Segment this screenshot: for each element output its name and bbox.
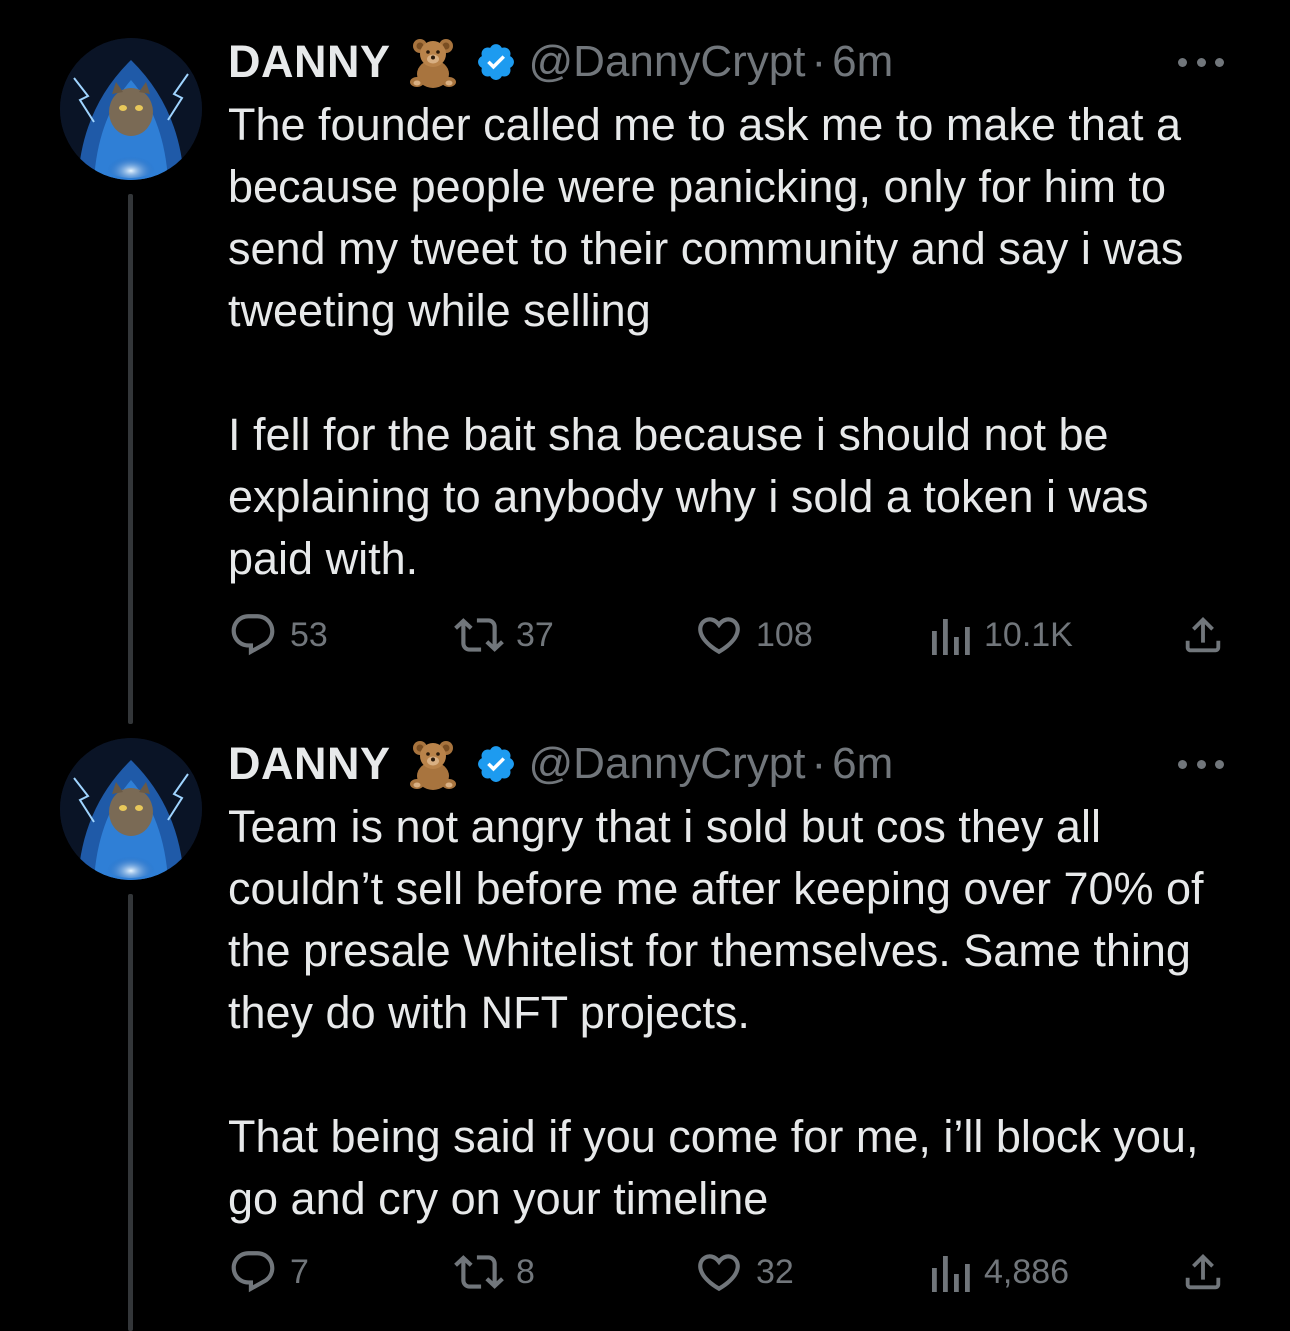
reply-button[interactable]: 53	[228, 610, 328, 660]
separator-dot: ·	[811, 37, 827, 86]
like-button[interactable]: 32	[694, 1247, 794, 1297]
tweet-actions: 53 37 108 10.1K	[228, 610, 1228, 660]
display-name[interactable]: DANNY	[228, 36, 391, 88]
thread-connector	[128, 194, 133, 724]
timestamp[interactable]: 6m	[832, 739, 893, 789]
like-icon	[698, 1254, 740, 1292]
avatar-image	[60, 38, 202, 180]
tweet-1[interactable]: DANNY @DannyCrypt · 6m The founder calle…	[0, 32, 1290, 724]
separator-dot: ·	[811, 739, 827, 788]
retweet-icon	[454, 1255, 504, 1289]
retweet-button[interactable]: 37	[454, 610, 554, 660]
like-count: 32	[756, 1252, 794, 1291]
tweet-actions: 7 8 32 4,886	[228, 1247, 1228, 1297]
tweet-header: DANNY @DannyCrypt · 6m	[228, 734, 893, 794]
teddy-bear-icon	[405, 34, 461, 90]
retweet-icon	[454, 618, 504, 652]
share-button[interactable]	[1180, 610, 1226, 660]
tweet-2[interactable]: DANNY @DannyCrypt · 6m Team is not angry…	[0, 734, 1290, 1331]
avatar-image	[60, 738, 202, 880]
user-handle[interactable]: @DannyCrypt	[529, 739, 806, 789]
reply-button[interactable]: 7	[228, 1247, 309, 1297]
reply-count: 53	[290, 615, 328, 654]
like-button[interactable]: 108	[694, 610, 813, 660]
avatar[interactable]	[60, 38, 202, 180]
views-button[interactable]: 10.1K	[928, 610, 1073, 660]
verified-badge-icon	[475, 743, 517, 785]
tweet-header: DANNY @DannyCrypt · 6m	[228, 32, 893, 92]
verified-badge-icon	[475, 41, 517, 83]
reply-icon	[231, 1251, 275, 1293]
teddy-bear-icon	[405, 736, 461, 792]
more-icon[interactable]	[1178, 47, 1224, 77]
views-count: 4,886	[984, 1252, 1070, 1291]
share-icon	[1185, 1253, 1221, 1290]
tweet-thread: DANNY @DannyCrypt · 6m The founder calle…	[0, 0, 1290, 1331]
tweet-text: Team is not angry that i sold but cos th…	[228, 801, 1204, 1224]
display-name[interactable]: DANNY	[228, 738, 391, 790]
share-button[interactable]	[1180, 1247, 1226, 1297]
user-handle[interactable]: @DannyCrypt	[529, 37, 806, 87]
retweet-count: 8	[516, 1252, 535, 1291]
like-count: 108	[756, 615, 813, 654]
thread-connector	[128, 894, 133, 1331]
reply-count: 7	[290, 1252, 309, 1291]
more-icon[interactable]	[1178, 749, 1224, 779]
retweet-button[interactable]: 8	[454, 1247, 535, 1297]
like-icon	[698, 617, 740, 655]
avatar[interactable]	[60, 738, 202, 880]
retweet-count: 37	[516, 615, 554, 654]
timestamp[interactable]: 6m	[832, 37, 893, 87]
tweet-text: The founder called me to ask me to make …	[228, 99, 1184, 584]
views-button[interactable]: 4,886	[928, 1247, 1069, 1297]
reply-icon	[231, 614, 275, 656]
views-icon	[932, 1256, 970, 1292]
share-icon	[1185, 616, 1221, 653]
views-icon	[932, 619, 970, 655]
views-count: 10.1K	[984, 615, 1073, 654]
